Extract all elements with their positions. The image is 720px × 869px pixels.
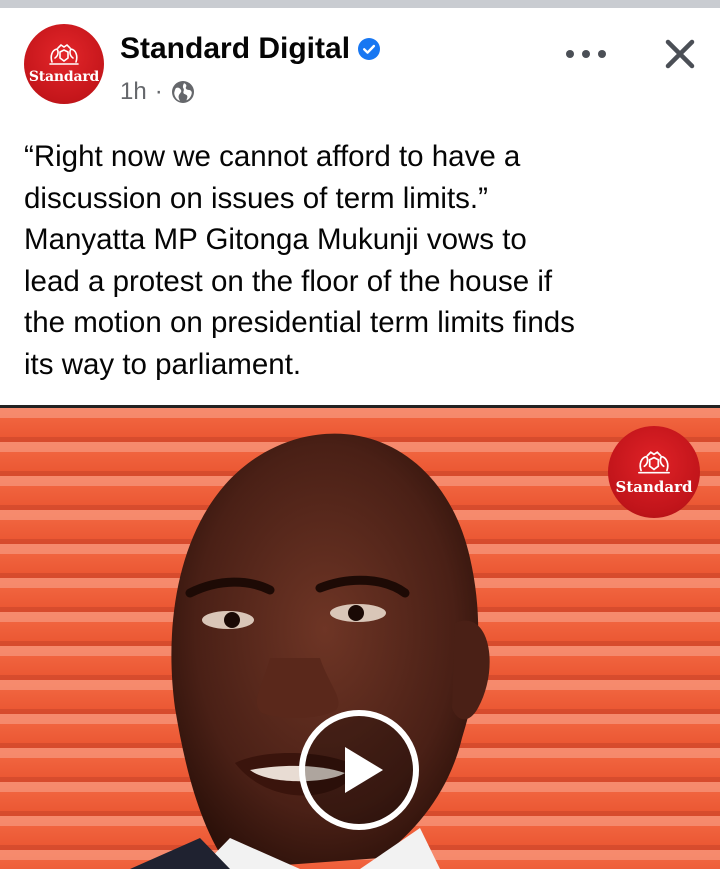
post-text-line: Manyatta MP Gitonga Mukunji vows to <box>24 223 527 256</box>
play-icon[interactable] <box>298 709 420 831</box>
close-icon[interactable] <box>660 34 700 74</box>
meta-separator: · <box>154 78 163 105</box>
watermark-text: Standard <box>615 477 693 496</box>
video-thumbnail[interactable]: Standard <box>0 405 720 869</box>
post-text-line: “Right now we cannot afford to have a <box>24 140 521 173</box>
post-header: Standard Standard Digital 1h · <box>0 8 720 118</box>
crest-icon <box>49 43 79 65</box>
globe-icon <box>171 81 194 103</box>
post-text: “Right now we cannot afford to have a di… <box>24 136 704 385</box>
top-divider <box>0 0 720 8</box>
page-name-row: Standard Digital <box>120 32 381 66</box>
post-text-line: lead a protest on the floor of the house… <box>24 264 553 298</box>
page-name[interactable]: Standard Digital <box>120 32 350 66</box>
avatar-logo-text: Standard <box>28 68 100 85</box>
more-dot <box>566 50 574 58</box>
crest-icon <box>638 450 670 474</box>
post-text-line: its way to parliament. <box>24 347 302 381</box>
page-avatar[interactable]: Standard <box>24 24 104 104</box>
post-meta: 1h · <box>120 78 195 106</box>
more-dot <box>598 50 606 58</box>
more-options-button[interactable] <box>566 44 606 64</box>
post-text-line: the motion on presidential term limits f… <box>24 306 575 339</box>
post-timestamp[interactable]: 1h <box>120 78 147 106</box>
more-dot <box>582 50 590 58</box>
video-watermark-logo: Standard <box>608 426 700 518</box>
verified-badge-icon <box>358 38 381 60</box>
post-text-line: discussion on issues of term limits.” <box>24 181 488 215</box>
